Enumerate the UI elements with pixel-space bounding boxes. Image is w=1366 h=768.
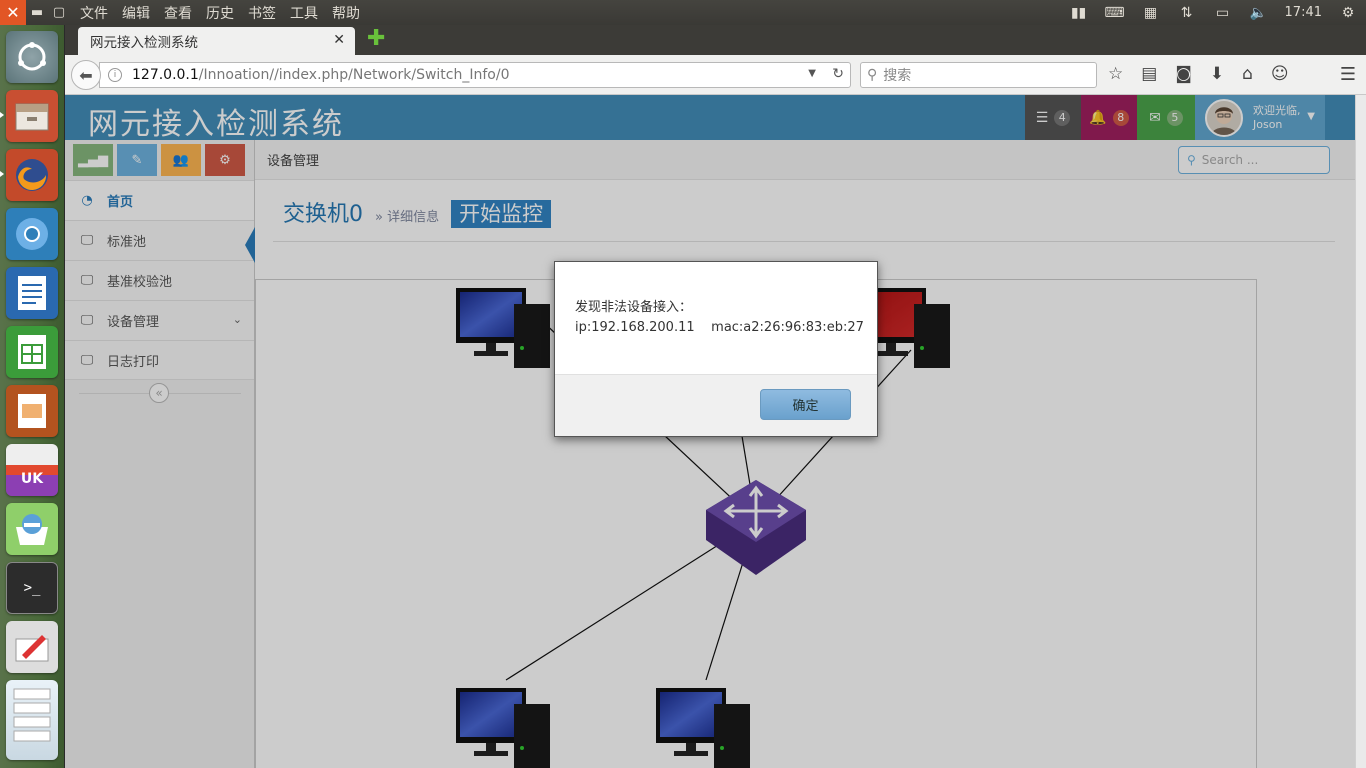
menu-tools[interactable]: 工具: [290, 3, 318, 23]
alert-dialog-body: 发现非法设备接入： ip:192.168.200.11 mac:a2:26:96…: [555, 262, 877, 374]
menu-view[interactable]: 查看: [164, 3, 192, 23]
menu-bookmarks[interactable]: 书签: [248, 3, 276, 23]
menu-edit[interactable]: 编辑: [122, 3, 150, 23]
unity-launcher: UK >_: [0, 25, 65, 768]
browser-search-field[interactable]: ⚲ 搜索: [860, 62, 1097, 88]
chat-icon[interactable]: ☺: [1271, 64, 1289, 84]
bookmark-star-icon[interactable]: ☆: [1108, 64, 1123, 84]
browser-search-placeholder: 搜索: [883, 68, 912, 84]
url-host: 127.0.0.1: [132, 67, 199, 83]
pocket-icon[interactable]: ◙: [1175, 64, 1192, 84]
libreoffice-calc-icon[interactable]: [6, 326, 58, 378]
url-bar[interactable]: i 127.0.0.1/Innoation//index.php/Network…: [99, 62, 851, 88]
power-gear-icon[interactable]: ⚙: [1338, 5, 1358, 21]
alert-dialog-footer: 确定: [555, 374, 877, 436]
software-center-icon[interactable]: [6, 503, 58, 555]
system-indicators: ▮▮ ⌨ ▦ ⇅ ▭ 🔈 17:41 ⚙: [1069, 0, 1366, 25]
site-info-icon[interactable]: i: [108, 68, 122, 82]
window-maximize-button[interactable]: ▢: [48, 0, 70, 25]
page-scrollbar[interactable]: [1355, 95, 1366, 768]
chromium-icon[interactable]: [6, 208, 58, 260]
firefox-icon[interactable]: [6, 149, 58, 201]
workspace-switcher-icon[interactable]: [6, 680, 58, 760]
window-close-button[interactable]: ✕: [0, 0, 26, 25]
launcher-running-indicator-firefox: [0, 171, 4, 177]
back-button[interactable]: ⬅: [71, 60, 101, 90]
terminal-icon[interactable]: >_: [6, 562, 58, 614]
volume-muted-icon[interactable]: 🔈: [1249, 5, 1269, 21]
reading-list-icon[interactable]: ▤: [1141, 64, 1157, 84]
browser-toolbar-icons: ☆ ▤ ◙ ⬇ ⌂ ☺: [1108, 64, 1289, 84]
app-menu-bar: 文件 编辑 查看 历史 书签 工具 帮助: [80, 3, 360, 23]
menu-history[interactable]: 历史: [206, 3, 234, 23]
menu-file[interactable]: 文件: [80, 3, 108, 23]
keyboard-icon[interactable]: ⌨: [1104, 5, 1124, 21]
files-icon[interactable]: [6, 90, 58, 142]
transfer-icon[interactable]: ⇅: [1177, 5, 1197, 21]
alert-message-line1: 发现非法设备接入：: [575, 300, 693, 315]
uk-text: UK: [20, 471, 44, 487]
tab-title: 网元接入检测系统: [90, 35, 198, 51]
launcher-running-indicator: [0, 112, 4, 118]
calendar-icon[interactable]: ▦: [1141, 5, 1161, 21]
alert-message-line2: ip:192.168.200.11 mac:a2:26:96:83:eb:27: [575, 320, 864, 335]
menu-help[interactable]: 帮助: [332, 3, 360, 23]
network-icon[interactable]: ▮▮: [1069, 5, 1089, 21]
url-path: /Innoation//index.php/Network/Switch_Inf…: [198, 67, 510, 83]
text-editor-icon[interactable]: [6, 621, 58, 673]
terminal-prompt-glyph: >_: [23, 580, 41, 596]
hamburger-menu-icon[interactable]: ☰: [1340, 64, 1356, 85]
libreoffice-writer-icon[interactable]: [6, 267, 58, 319]
new-tab-icon[interactable]: ✚: [367, 28, 387, 50]
browser-tab-active[interactable]: 网元接入检测系统 ✕: [78, 27, 355, 55]
alert-dialog: 发现非法设备接入： ip:192.168.200.11 mac:a2:26:96…: [554, 261, 878, 437]
reload-icon[interactable]: ↻: [832, 66, 844, 82]
tab-close-icon[interactable]: ✕: [333, 32, 345, 48]
browser-navigation-bar: i 127.0.0.1/Innoation//index.php/Network…: [65, 55, 1366, 95]
clock[interactable]: 17:41: [1285, 5, 1322, 20]
home-icon[interactable]: ⌂: [1242, 64, 1253, 84]
libreoffice-impress-icon[interactable]: [6, 385, 58, 437]
ubuntu-kylin-icon[interactable]: UK: [6, 444, 58, 496]
back-arrow-icon: ⬅: [79, 65, 93, 85]
ubuntu-dash-icon[interactable]: [6, 31, 58, 83]
search-icon: ⚲: [867, 67, 878, 83]
downloads-icon[interactable]: ⬇: [1210, 64, 1224, 84]
system-top-panel: ✕ ▬ ▢ 文件 编辑 查看 历史 书签 工具 帮助 ▮▮ ⌨ ▦ ⇅ ▭ 🔈 …: [0, 0, 1366, 25]
browser-tab-strip: 网元接入检测系统 ✕ ✚: [65, 25, 1366, 55]
window-minimize-button[interactable]: ▬: [26, 0, 48, 25]
url-history-dropdown-icon[interactable]: ▼: [808, 68, 816, 79]
ok-button[interactable]: 确定: [760, 389, 851, 420]
battery-icon[interactable]: ▭: [1213, 5, 1233, 21]
